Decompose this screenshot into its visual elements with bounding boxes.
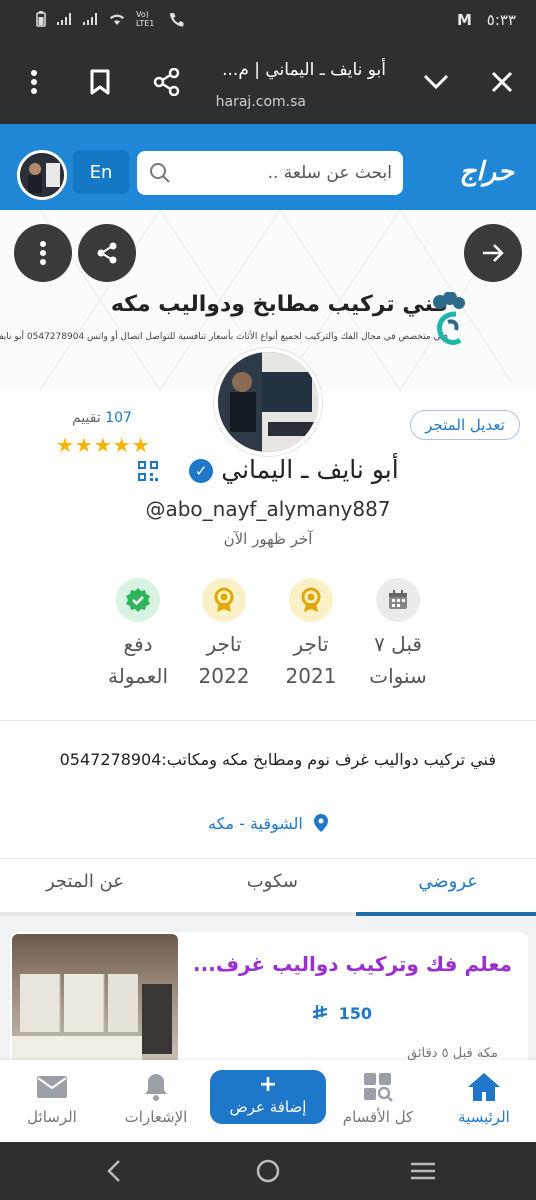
last-seen: آخر ظهور الآن (223, 530, 313, 548)
medal-icon (289, 578, 333, 622)
location-pin-icon (313, 814, 328, 832)
search-input[interactable] (177, 159, 392, 187)
store-name-row: أبو نايف ـ اليماني ✓ (0, 455, 536, 484)
bookmark-icon[interactable] (84, 66, 116, 98)
store-description: فني تركيب دواليب غرف نوم ومطابخ مكه ومكا… (59, 750, 496, 769)
nav-messages-label: الرسائل (27, 1108, 77, 1126)
status-bar: Vo) LTE1 M ٥:٣٣ (0, 0, 536, 40)
store-share-button[interactable] (78, 224, 136, 282)
listing-thumbnail (12, 934, 178, 1070)
qr-code-icon[interactable] (137, 460, 159, 482)
mail-icon (37, 1076, 67, 1098)
page-url: haraj.com.sa (215, 94, 306, 110)
signal-icon (57, 13, 71, 25)
system-back-icon[interactable] (104, 1159, 124, 1183)
rating-count: 107 تقييم (72, 410, 132, 426)
site-header: En حراج (0, 124, 536, 210)
verified-icon: ✓ (189, 459, 214, 483)
nav-home-label: الرئيسية (458, 1108, 510, 1126)
chevron-down-icon[interactable] (420, 66, 452, 98)
back-button[interactable] (464, 224, 522, 282)
system-navigation (0, 1142, 536, 1200)
categories-icon (364, 1073, 393, 1102)
banner-title: فني تركيب مطابخ ودواليب مكه (110, 292, 448, 317)
listing-meta: مكه قبل ٥ دقائق (407, 1046, 498, 1061)
haraj-logo[interactable]: حراج (460, 157, 514, 187)
add-listing-label: إضافة عرض (229, 1098, 307, 1116)
wifi-icon (110, 14, 124, 25)
arrow-right-icon (483, 244, 504, 262)
nav-home[interactable]: الرئيسية (436, 1070, 532, 1126)
tab-scoop[interactable]: سكوب (247, 871, 298, 892)
store-tabs: عروضي سكوب عن المتجر (0, 858, 536, 916)
status-time-group: M ٥:٣٣ (457, 11, 516, 29)
network-label: Vo) LTE1 (136, 10, 155, 28)
nav-messages[interactable]: الرسائل (4, 1070, 100, 1126)
share-icon (97, 242, 117, 264)
badge-line1: دفع (123, 632, 153, 656)
badge-line2: العمولة (107, 664, 168, 688)
store-more-options-button[interactable] (14, 224, 72, 282)
riyal-icon (312, 1005, 328, 1019)
chef-logo-icon (433, 292, 465, 345)
search-icon (150, 163, 170, 183)
medal-icon (202, 578, 246, 622)
location-label: الشوقية - مكه (208, 814, 303, 833)
bell-icon (145, 1074, 167, 1101)
home-icon (468, 1073, 500, 1101)
nav-categories[interactable]: كل الأقسام (330, 1070, 426, 1126)
nav-categories-label: كل الأقسام (342, 1108, 414, 1126)
more-vertical-icon (40, 241, 46, 265)
battery-icon (36, 11, 46, 27)
listing-card[interactable]: معلم فك وتركيب دواليب غرف... 150 مكه قبل… (10, 932, 528, 1072)
store-avatar (214, 348, 322, 456)
share-icon[interactable] (151, 66, 183, 98)
store-name: أبو نايف ـ اليماني (221, 455, 399, 484)
listing-title[interactable]: معلم فك وتركيب دواليب غرف... (193, 952, 512, 976)
more-options-icon[interactable] (18, 66, 50, 98)
edit-store-button[interactable]: تعديل المتجر (410, 410, 520, 440)
page-title: أبو نايف ـ اليماني | م... (222, 60, 386, 80)
badge-commission-paid: دفع العمولة (78, 578, 198, 692)
calendar-icon (376, 578, 420, 622)
gmail-icon: M (457, 11, 472, 29)
search-box[interactable] (137, 151, 403, 195)
bottom-navigation: الرئيسية كل الأقسام + إضافة عرض الإشعارا… (0, 1060, 536, 1142)
check-badge-icon (116, 578, 160, 622)
nav-notifications[interactable]: الإشعارات (108, 1070, 204, 1126)
language-button[interactable]: En (73, 150, 129, 194)
call-icon (170, 13, 184, 27)
browser-toolbar: أبو نايف ـ اليماني | م... haraj.com.sa (0, 40, 536, 124)
tab-about-store[interactable]: عن المتجر (46, 871, 124, 892)
store-location[interactable]: الشوقية - مكه (0, 814, 536, 833)
banner-subtitle: فني متخصص في مجال الفك والتركيب لجميع أن… (0, 332, 448, 342)
close-icon[interactable] (486, 66, 518, 98)
divider (0, 720, 536, 721)
listing-price: 150 (311, 1004, 372, 1023)
rating-label: تقييم (72, 410, 101, 426)
system-recents-icon[interactable] (410, 1161, 436, 1181)
rating-stars: ★★★★★ (56, 433, 151, 457)
tab-my-offers[interactable]: عروضي (418, 871, 478, 892)
screen: Vo) LTE1 M ٥:٣٣ أبو نايف ـ اليماني | م..… (0, 0, 536, 1200)
system-home-icon[interactable] (256, 1159, 280, 1183)
price-value: 150 (338, 1004, 372, 1023)
rating-number: 107 (105, 410, 132, 426)
status-icons: Vo) LTE1 (36, 10, 186, 28)
signal-icon (83, 13, 97, 25)
add-listing-button[interactable]: + إضافة عرض (210, 1070, 326, 1124)
nav-notifications-label: الإشعارات (124, 1108, 188, 1126)
store-handle: @abo_nayf_alymany887 (145, 497, 391, 521)
plus-icon: + (258, 1072, 278, 1097)
status-time: ٥:٣٣ (486, 11, 516, 29)
user-avatar[interactable] (17, 150, 67, 200)
